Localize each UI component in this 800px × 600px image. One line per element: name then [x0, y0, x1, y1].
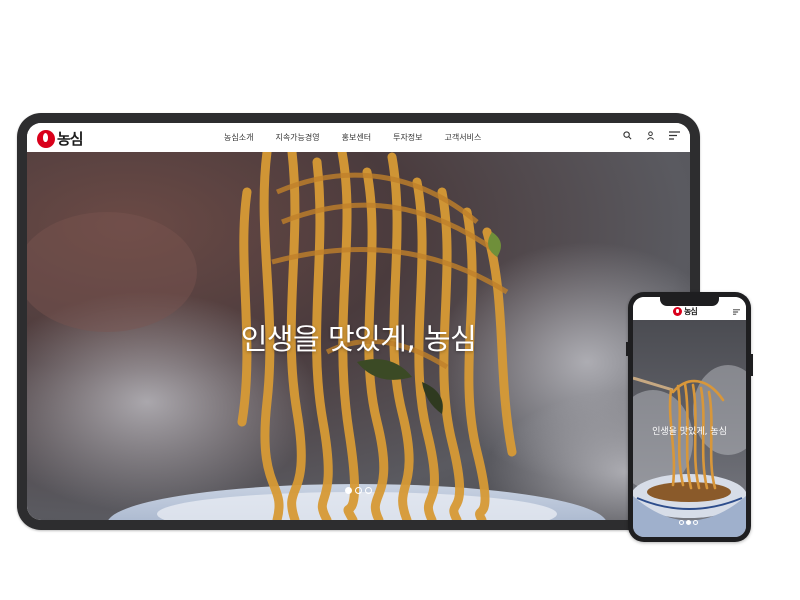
mobile-carousel-dot-1[interactable]: [679, 520, 684, 525]
mobile-carousel-dot-2[interactable]: [686, 520, 691, 525]
hero-banner: 인생을 맛있게, 농심: [27, 152, 690, 520]
phone-device: 농심 인생을 맛있게, 농심: [626, 292, 753, 542]
brand-name: 농심: [57, 130, 84, 148]
carousel-pagination: [345, 487, 372, 494]
nav-item-about[interactable]: 농심소개: [224, 132, 253, 143]
site-header: 농심 농심소개 지속가능경영 홍보센터 투자정보 고객서비스: [27, 123, 690, 152]
mobile-hero-title: 인생을 맛있게, 농심: [652, 427, 727, 437]
brand-logo[interactable]: 농심: [37, 128, 84, 149]
mobile-hero-banner: 인생을 맛있게, 농심: [633, 320, 746, 537]
tablet-device: 농심 농심소개 지속가능경영 홍보센터 투자정보 고객서비스 인생을 맛있게, …: [17, 113, 700, 530]
mobile-carousel-pagination: [679, 520, 698, 525]
carousel-dot-1[interactable]: [345, 487, 352, 494]
carousel-dot-3[interactable]: [365, 487, 372, 494]
logo-mark-icon: [673, 307, 682, 316]
phone-volume-button: [626, 342, 628, 356]
header-utilities: [623, 131, 680, 140]
mobile-menu-icon[interactable]: [733, 309, 740, 315]
mobile-brand-logo[interactable]: 농심: [673, 306, 698, 317]
nav-item-pr-center[interactable]: 홍보센터: [342, 132, 371, 143]
mobile-brand-name: 농심: [684, 307, 698, 316]
phone-notch: [660, 297, 719, 306]
nav-item-investors[interactable]: 투자정보: [393, 132, 422, 143]
tablet-screen: 농심 농심소개 지속가능경영 홍보센터 투자정보 고객서비스 인생을 맛있게, …: [27, 123, 690, 520]
main-nav: 농심소개 지속가능경영 홍보센터 투자정보 고객서비스: [224, 132, 503, 143]
nav-item-customer-service[interactable]: 고객서비스: [445, 132, 482, 143]
carousel-dot-2[interactable]: [355, 487, 362, 494]
logo-mark-icon: [37, 129, 55, 148]
phone-screen: 농심 인생을 맛있게, 농심: [633, 297, 746, 537]
user-icon[interactable]: [646, 131, 655, 140]
nav-item-sustainability[interactable]: 지속가능경영: [275, 132, 319, 143]
phone-power-button: [751, 354, 753, 376]
search-icon[interactable]: [623, 131, 632, 140]
mobile-carousel-dot-3[interactable]: [693, 520, 698, 525]
hero-title: 인생을 맛있게, 농심: [240, 322, 477, 356]
menu-icon[interactable]: [669, 131, 680, 140]
